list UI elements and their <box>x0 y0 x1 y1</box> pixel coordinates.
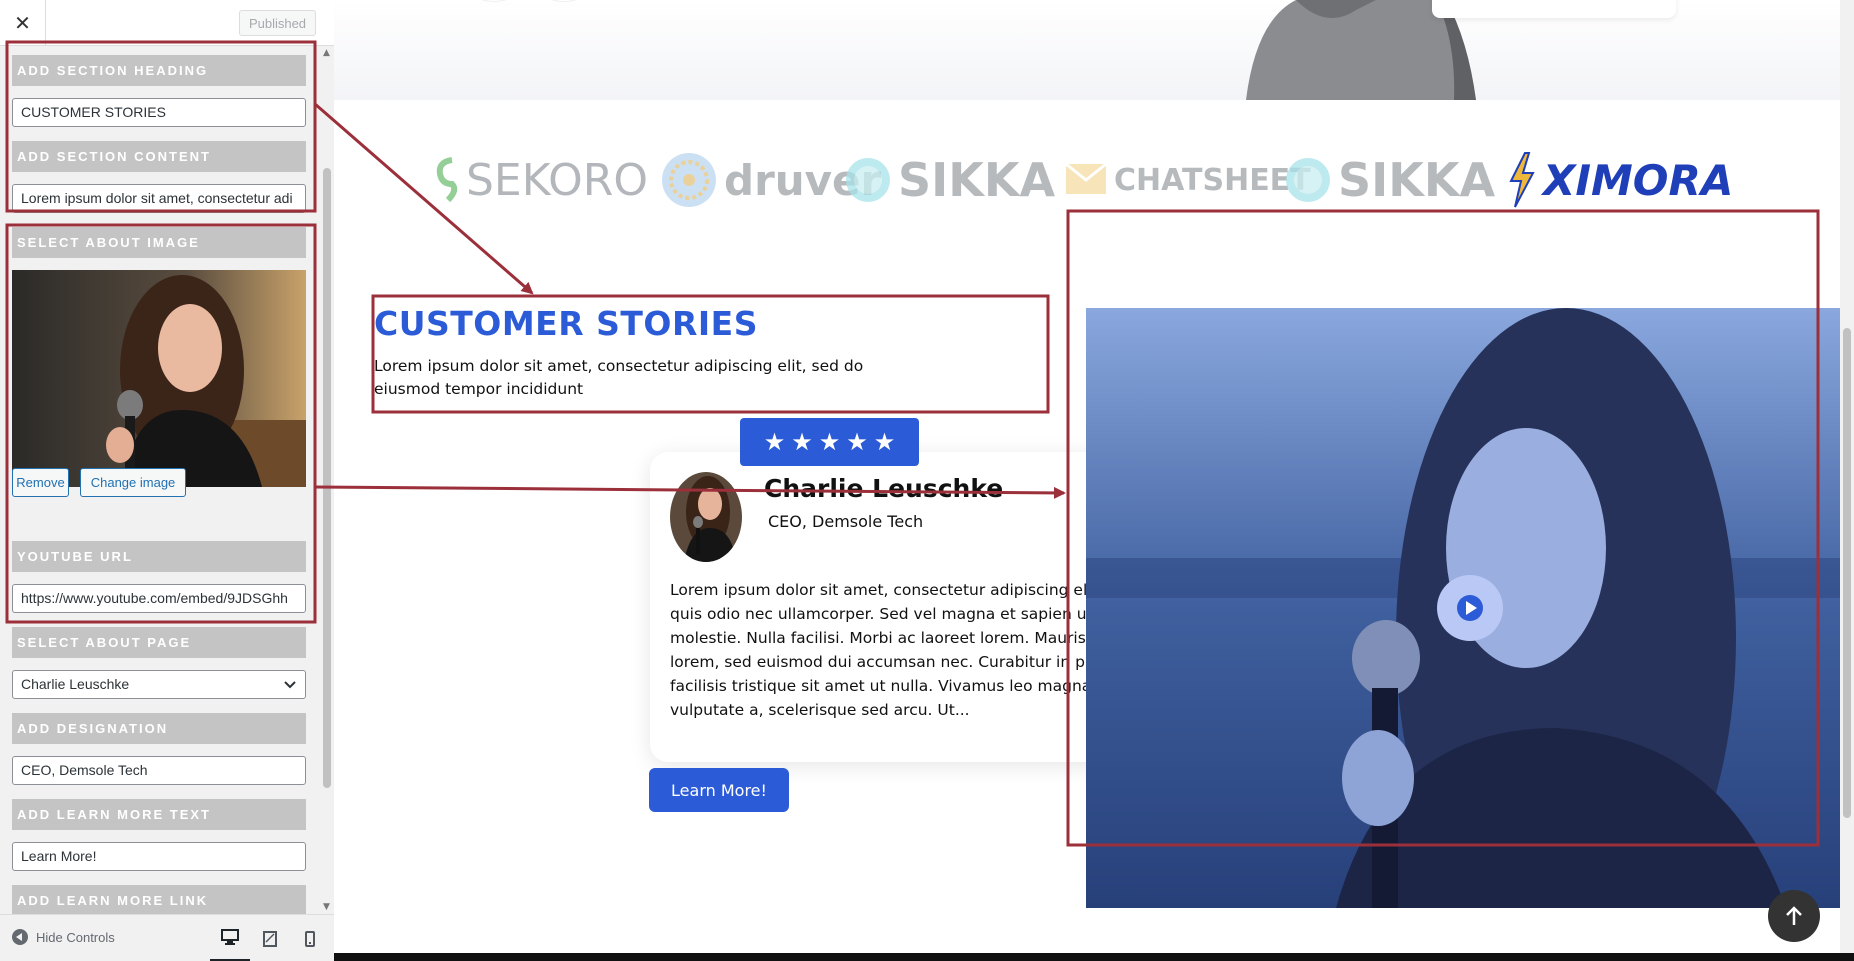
sikka-logo-icon <box>1286 158 1330 202</box>
site-preview: SEKORO druver SIKKA CHATSHEET SIKKA XIMO… <box>334 0 1854 961</box>
section-title: CUSTOMER STORIES <box>374 304 758 343</box>
customizer-header: ✕ Published <box>0 0 334 46</box>
close-icon: ✕ <box>14 11 31 35</box>
control-heading-learn-more-text: ADD LEARN MORE TEXT <box>12 799 306 830</box>
learn-more-text-input[interactable]: Learn More! <box>12 842 306 871</box>
footer-edge <box>334 953 1854 961</box>
sekoro-logo-icon <box>436 157 458 203</box>
remove-image-button[interactable]: Remove <box>12 468 69 497</box>
chatsheet-logo-icon <box>1065 162 1107 194</box>
client-logo: CHATSHEET <box>1064 140 1311 220</box>
sikka-logo-icon <box>846 158 890 202</box>
client-logo-name: SIKKA <box>1338 153 1496 207</box>
about-image-preview[interactable] <box>12 270 306 487</box>
change-image-button[interactable]: Change image <box>80 468 186 497</box>
control-heading-about-page: SELECT ABOUT PAGE <box>12 627 306 658</box>
druver-logo-icon <box>662 153 716 207</box>
client-logo-name: SIKKA <box>898 153 1056 207</box>
learn-more-button[interactable]: Learn More! <box>649 768 789 812</box>
section-heading-block: CUSTOMER STORIES Lorem ipsum dolor sit a… <box>374 304 894 404</box>
desktop-icon <box>221 929 239 945</box>
device-desktop-button[interactable] <box>210 915 250 961</box>
control-heading-designation: ADD DESIGNATION <box>12 713 306 744</box>
star-icon: ★ <box>818 428 841 456</box>
play-button[interactable] <box>1437 575 1503 641</box>
designation-input[interactable]: CEO, Demsole Tech <box>12 756 306 785</box>
about-page-select-value: Charlie Leuschke <box>21 676 130 692</box>
star-rating: ★ ★ ★ ★ ★ <box>740 418 919 466</box>
section-content: Lorem ipsum dolor sit amet, consectetur … <box>374 357 864 398</box>
hero-info-card <box>1432 0 1676 18</box>
chevron-down-icon <box>284 681 296 689</box>
testimonial-designation: CEO, Demsole Tech <box>768 512 924 531</box>
client-logo: XIMORA <box>1507 140 1733 220</box>
preview-scrollbar[interactable] <box>1840 0 1854 953</box>
hide-controls-label: Hide Controls <box>36 929 115 945</box>
section-heading-input[interactable]: CUSTOMER STORIES <box>12 98 306 127</box>
about-page-select[interactable]: Charlie Leuschke <box>12 670 306 699</box>
avatar <box>670 472 742 562</box>
hero-decoration <box>534 0 594 2</box>
control-heading-learn-more-link: ADD LEARN MORE LINK <box>12 885 306 914</box>
preview-scroll-thumb[interactable] <box>1843 328 1851 818</box>
close-button[interactable]: ✕ <box>0 0 46 46</box>
customizer-controls: ADD SECTION HEADING CUSTOMER STORIES ADD… <box>0 46 320 914</box>
client-logo: SIKKA <box>1284 140 1495 220</box>
hide-controls-button[interactable]: Hide Controls <box>12 929 115 945</box>
client-logo-name: CHATSHEET <box>1114 162 1311 198</box>
arrow-up-icon <box>1786 906 1802 925</box>
star-icon: ★ <box>763 428 786 456</box>
ximora-logo-icon <box>1509 152 1535 208</box>
play-icon <box>1457 595 1483 621</box>
client-logo-name: SEKORO <box>466 154 649 206</box>
sidebar-scrollbar[interactable]: ▲ ▼ <box>320 46 334 914</box>
back-to-top-button[interactable] <box>1768 890 1820 942</box>
collapse-icon <box>12 929 28 945</box>
star-icon: ★ <box>873 428 896 456</box>
client-logo: SIKKA <box>844 140 1055 220</box>
customizer-sidebar: ✕ Published ADD SECTION HEADING CUSTOMER… <box>0 0 334 961</box>
device-tablet-button[interactable] <box>250 915 290 961</box>
control-heading-about-image: SELECT ABOUT IMAGE <box>12 227 306 258</box>
tablet-icon <box>263 930 277 947</box>
published-button[interactable]: Published <box>239 10 316 36</box>
mobile-icon <box>305 930 315 947</box>
customizer-footer: Hide Controls <box>0 914 334 961</box>
client-logos: SEKORO druver SIKKA CHATSHEET SIKKA XIMO… <box>434 140 1734 220</box>
control-heading-section-heading: ADD SECTION HEADING <box>12 55 306 86</box>
star-icon: ★ <box>791 428 813 456</box>
hero-section-bottom <box>334 0 1840 100</box>
client-logo: SEKORO <box>434 140 648 220</box>
scroll-down-icon[interactable]: ▼ <box>323 902 330 912</box>
sidebar-scroll-thumb[interactable] <box>323 168 331 788</box>
section-content-input[interactable]: Lorem ipsum dolor sit amet, consectetur … <box>12 184 306 213</box>
app-window: ✕ Published ADD SECTION HEADING CUSTOMER… <box>0 0 1854 961</box>
control-heading-youtube-url: YOUTUBE URL <box>12 541 306 572</box>
client-logo-name: XIMORA <box>1543 155 1734 205</box>
control-heading-section-content: ADD SECTION CONTENT <box>12 141 306 172</box>
hero-decoration <box>464 0 524 2</box>
scroll-up-icon[interactable]: ▲ <box>323 48 330 58</box>
testimonial-name: Charlie Leuschke <box>764 474 1004 503</box>
youtube-url-input[interactable]: https://www.youtube.com/embed/9JDSGhh <box>12 584 306 613</box>
device-mobile-button[interactable] <box>290 915 330 961</box>
star-icon: ★ <box>846 428 868 456</box>
